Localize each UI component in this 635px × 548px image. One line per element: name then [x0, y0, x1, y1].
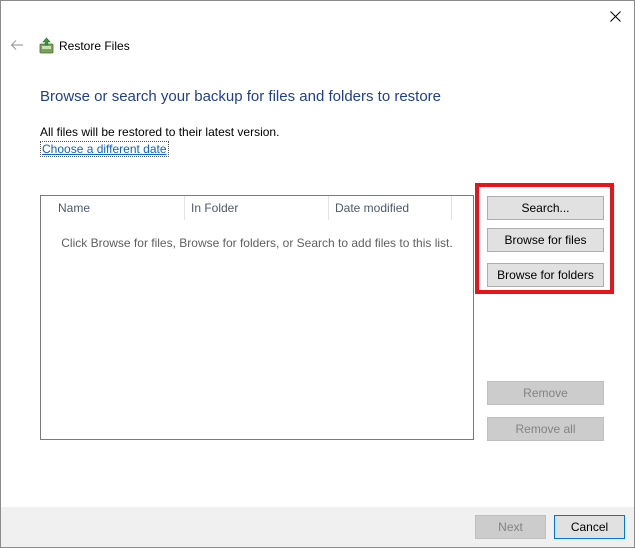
- column-header-date-modified[interactable]: Date modified: [329, 196, 452, 220]
- search-button[interactable]: Search...: [487, 196, 604, 220]
- remove-button[interactable]: Remove: [487, 381, 604, 405]
- browse-for-files-label: Browse for files: [504, 233, 587, 247]
- browse-for-folders-label: Browse for folders: [497, 268, 594, 282]
- page-heading: Browse or search your backup for files a…: [40, 88, 442, 105]
- window-title: Restore Files: [59, 39, 130, 53]
- remove-button-label: Remove: [523, 386, 568, 400]
- browse-for-folders-button[interactable]: Browse for folders: [487, 263, 604, 287]
- browse-for-files-button[interactable]: Browse for files: [487, 228, 604, 252]
- close-icon: [609, 10, 621, 22]
- remove-all-button[interactable]: Remove all: [487, 417, 604, 441]
- column-header-in-folder[interactable]: In Folder: [185, 196, 329, 220]
- close-button[interactable]: [606, 7, 624, 25]
- cancel-button-label: Cancel: [570, 520, 609, 534]
- back-button[interactable]: [9, 37, 25, 53]
- restore-info-text: All files will be restored to their late…: [40, 125, 280, 139]
- dialog-footer: Next Cancel: [1, 507, 634, 547]
- files-list-view[interactable]: Name In Folder Date modified Click Brows…: [40, 195, 474, 440]
- restore-files-window: Restore Files Browse or search your back…: [0, 0, 635, 548]
- list-header: Name In Folder Date modified: [41, 196, 473, 220]
- remove-all-button-label: Remove all: [515, 422, 576, 436]
- next-button[interactable]: Next: [475, 515, 546, 539]
- back-arrow-icon: [10, 40, 23, 50]
- restore-files-icon: [39, 37, 54, 54]
- empty-list-message: Click Browse for files, Browse for folde…: [61, 236, 453, 250]
- choose-different-date-link[interactable]: Choose a different date: [40, 141, 169, 157]
- cancel-button[interactable]: Cancel: [554, 515, 625, 539]
- next-button-label: Next: [498, 520, 523, 534]
- search-button-label: Search...: [521, 201, 570, 215]
- column-header-name[interactable]: Name: [41, 196, 185, 220]
